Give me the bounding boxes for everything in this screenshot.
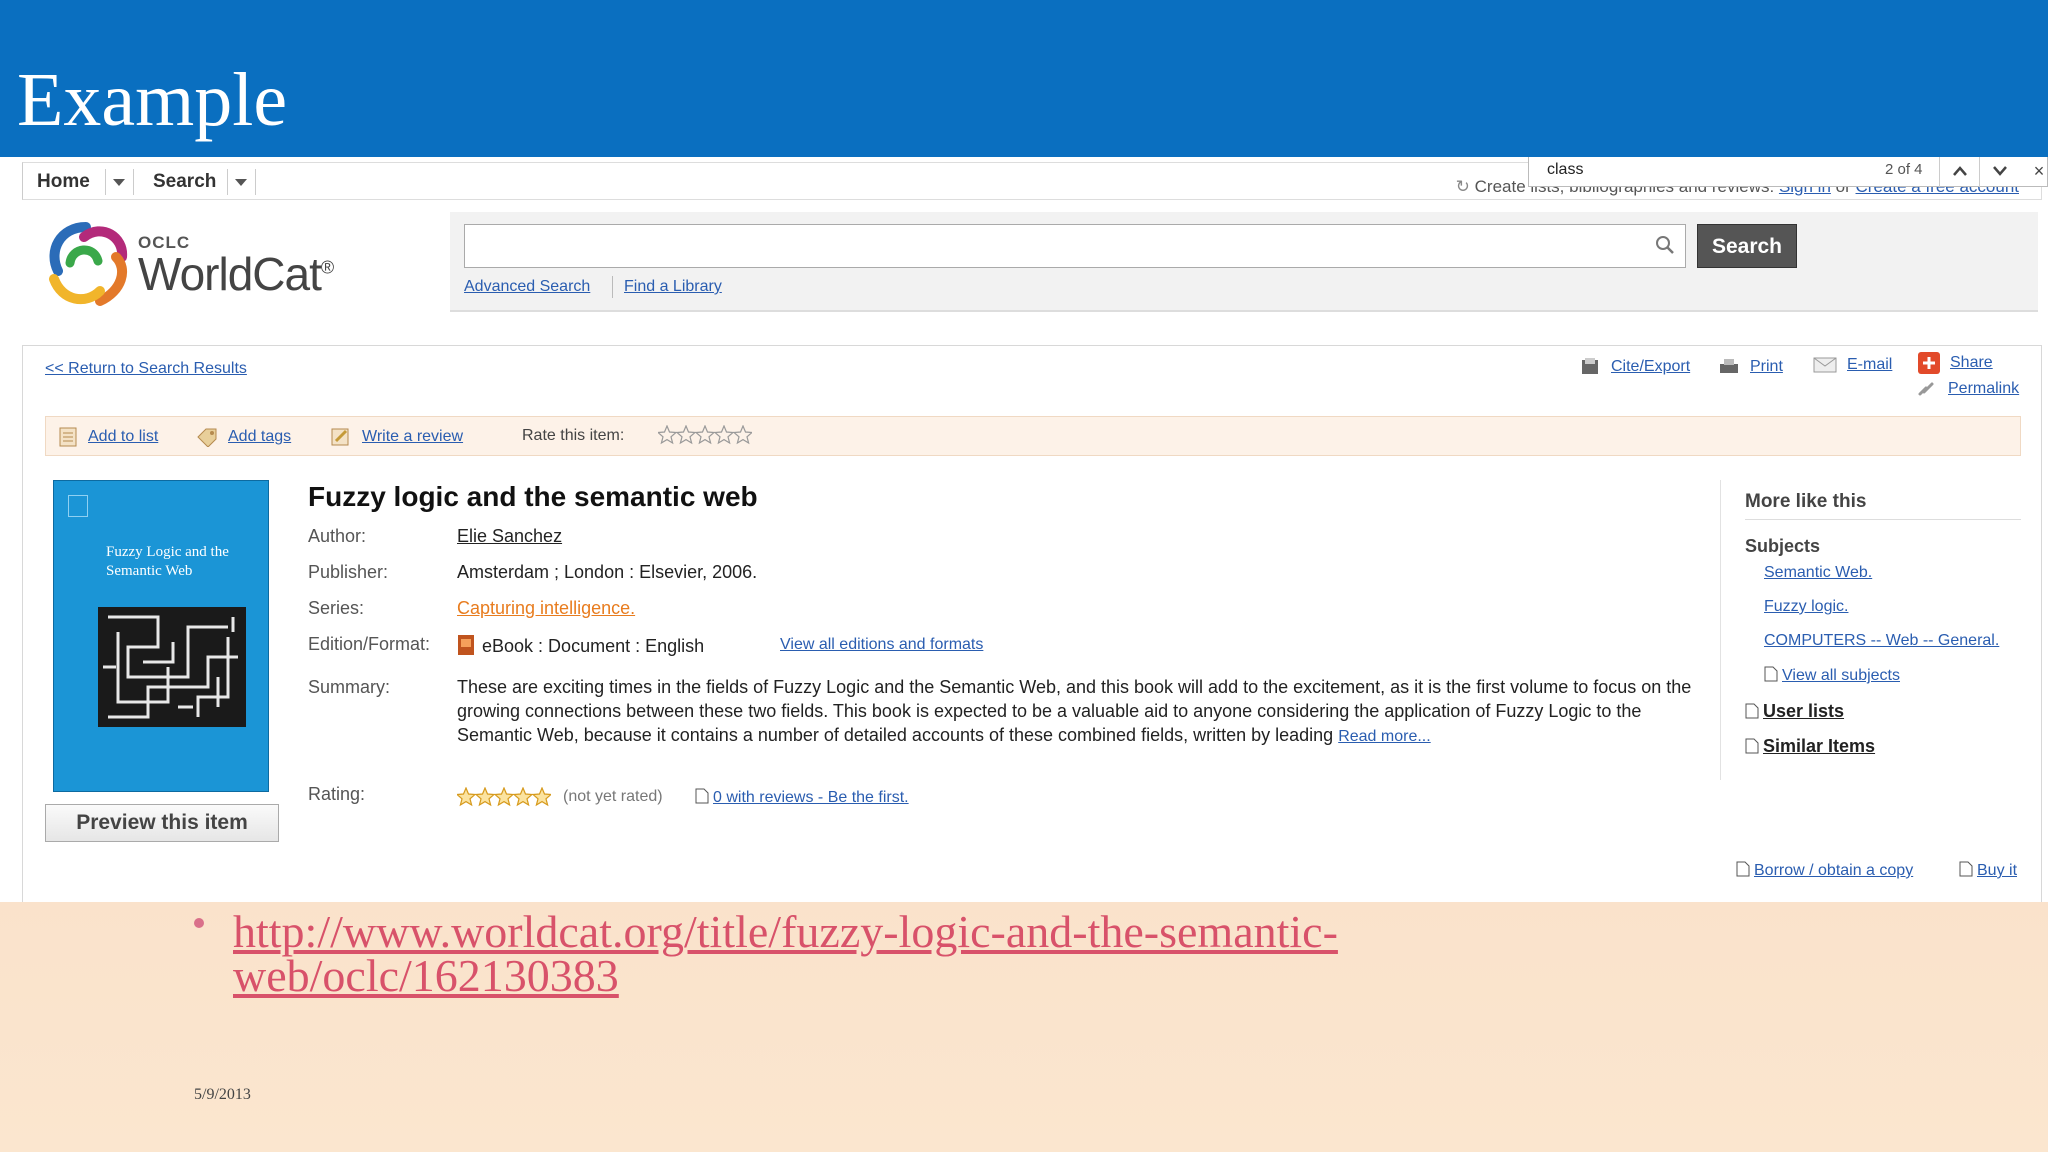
edition-value: eBook : Document : English	[457, 634, 704, 657]
search-panel: Search Advanced Search Find a Library	[450, 212, 2038, 312]
chevron-up-icon[interactable]	[1939, 157, 1979, 187]
borrow-copy-link[interactable]: Borrow / obtain a copy	[1736, 861, 1913, 880]
document-icon	[695, 788, 709, 804]
record-title: Fuzzy logic and the semantic web	[308, 481, 758, 512]
star-rating-icon	[656, 424, 754, 445]
similar-items-link[interactable]: Similar Items	[1745, 736, 1875, 757]
nav-home[interactable]: Home	[37, 163, 90, 201]
action-bar: Add to list Add tags Write a review Rate…	[45, 416, 2021, 456]
print-tool[interactable]: Print	[1718, 356, 1783, 378]
reviews-link[interactable]: 0 with reviews - Be the first.	[695, 788, 909, 807]
find-count: 2 of 4	[1885, 161, 1923, 178]
chevron-down-icon[interactable]	[113, 179, 125, 186]
permalink-tool[interactable]: Permalink	[1916, 380, 2019, 398]
write-review-action[interactable]: Write a review	[330, 427, 463, 447]
search-input[interactable]	[464, 224, 1686, 268]
star-rating-icon	[455, 786, 553, 807]
find-query[interactable]: class	[1547, 161, 1583, 179]
ebook-icon	[458, 635, 474, 655]
read-more-link[interactable]: Read more...	[1338, 728, 1430, 745]
preview-item-button[interactable]: Preview this item	[45, 804, 279, 842]
find-library-link[interactable]: Find a Library	[624, 278, 722, 296]
summary-text: These are exciting times in the fields o…	[457, 677, 1692, 745]
subjects-heading: Subjects	[1745, 536, 1821, 556]
cite-export-tool[interactable]: Cite/Export	[1579, 356, 1690, 378]
add-tags-action[interactable]: Add tags	[196, 427, 291, 447]
subject-link[interactable]: Semantic Web.	[1764, 564, 1872, 582]
rate-stars-input[interactable]	[656, 424, 754, 450]
chevron-down-icon[interactable]	[1979, 157, 2019, 187]
cover-artwork	[98, 607, 246, 727]
document-icon	[1959, 861, 1973, 877]
document-icon	[1764, 666, 1778, 682]
slide-header	[0, 0, 2048, 157]
cite-icon	[1582, 358, 1598, 374]
nav-divider	[105, 169, 106, 195]
summary-label: Summary:	[308, 677, 391, 697]
record-panel: << Return to Search Results Cite/Export …	[22, 345, 2042, 902]
list-icon	[59, 427, 77, 447]
browser-find-bar: class 2 of 4 ×	[1528, 157, 2048, 187]
more-like-this-heading: More like this	[1745, 491, 1867, 512]
url-link-line-2[interactable]: web/oclc/162130383	[233, 949, 619, 1002]
tag-icon	[197, 428, 217, 447]
refresh-icon: ↻	[1455, 177, 1470, 196]
publisher-logo-icon	[68, 495, 88, 517]
series-link[interactable]: Capturing intelligence.	[457, 598, 635, 619]
search-icon[interactable]	[1655, 235, 1675, 260]
search-button[interactable]: Search	[1697, 224, 1797, 268]
share-plus-icon	[1918, 352, 1940, 374]
series-label: Series:	[308, 598, 365, 618]
rating-label: Rating:	[308, 784, 366, 804]
publisher-label: Publisher:	[308, 562, 389, 582]
chevron-down-icon[interactable]	[235, 179, 247, 186]
view-editions-link[interactable]: View all editions and formats	[780, 636, 983, 654]
nav-divider	[227, 169, 228, 195]
publisher-value: Amsterdam ; London : Elsevier, 2006.	[457, 562, 758, 582]
nav-search[interactable]: Search	[153, 163, 216, 201]
view-all-subjects-link[interactable]: View all subjects	[1764, 666, 1900, 685]
review-icon	[331, 428, 349, 446]
email-tool[interactable]: E-mail	[1813, 356, 1892, 374]
author-label: Author:	[308, 526, 367, 546]
slide-title: Example	[17, 58, 288, 142]
nav-divider	[255, 169, 256, 195]
buy-it-link[interactable]: Buy it	[1959, 861, 2017, 880]
heading-rule	[1745, 519, 2021, 520]
nav-divider	[133, 169, 134, 195]
document-icon	[1745, 738, 1759, 754]
subject-link[interactable]: Fuzzy logic.	[1764, 598, 1848, 616]
slide-date: 5/9/2013	[194, 1086, 251, 1103]
worldcat-screenshot: Home Search ↻ Create lists, bibliographi…	[0, 157, 2048, 902]
link-divider	[612, 276, 613, 298]
document-icon	[1736, 861, 1750, 877]
print-icon	[1720, 359, 1738, 373]
worldcat-wordmark: WorldCat®	[138, 248, 334, 300]
add-to-list-action[interactable]: Add to list	[58, 427, 158, 447]
link-icon	[1918, 382, 1934, 396]
email-icon	[1813, 357, 1837, 373]
close-icon[interactable]: ×	[2019, 157, 2048, 187]
author-link[interactable]: Elie Sanchez	[457, 526, 562, 547]
worldcat-swirl-icon	[49, 222, 128, 306]
book-cover[interactable]: Fuzzy Logic and the Semantic Web	[53, 480, 269, 792]
return-to-results-link[interactable]: << Return to Search Results	[45, 360, 247, 378]
rating-note: (not yet rated)	[563, 788, 663, 805]
user-lists-link[interactable]: User lists	[1745, 701, 1844, 722]
rating-stars	[455, 786, 553, 812]
rate-label: Rate this item:	[522, 427, 625, 444]
subject-link[interactable]: COMPUTERS -- Web -- General.	[1764, 632, 1999, 650]
cover-title: Fuzzy Logic and the Semantic Web	[106, 544, 229, 579]
advanced-search-link[interactable]: Advanced Search	[464, 278, 590, 296]
document-icon	[1745, 703, 1759, 719]
share-tool[interactable]: Share	[1918, 352, 1993, 374]
edition-label: Edition/Format:	[308, 634, 431, 654]
sidebar-divider	[1720, 480, 1721, 780]
bullet-dot	[194, 918, 204, 928]
